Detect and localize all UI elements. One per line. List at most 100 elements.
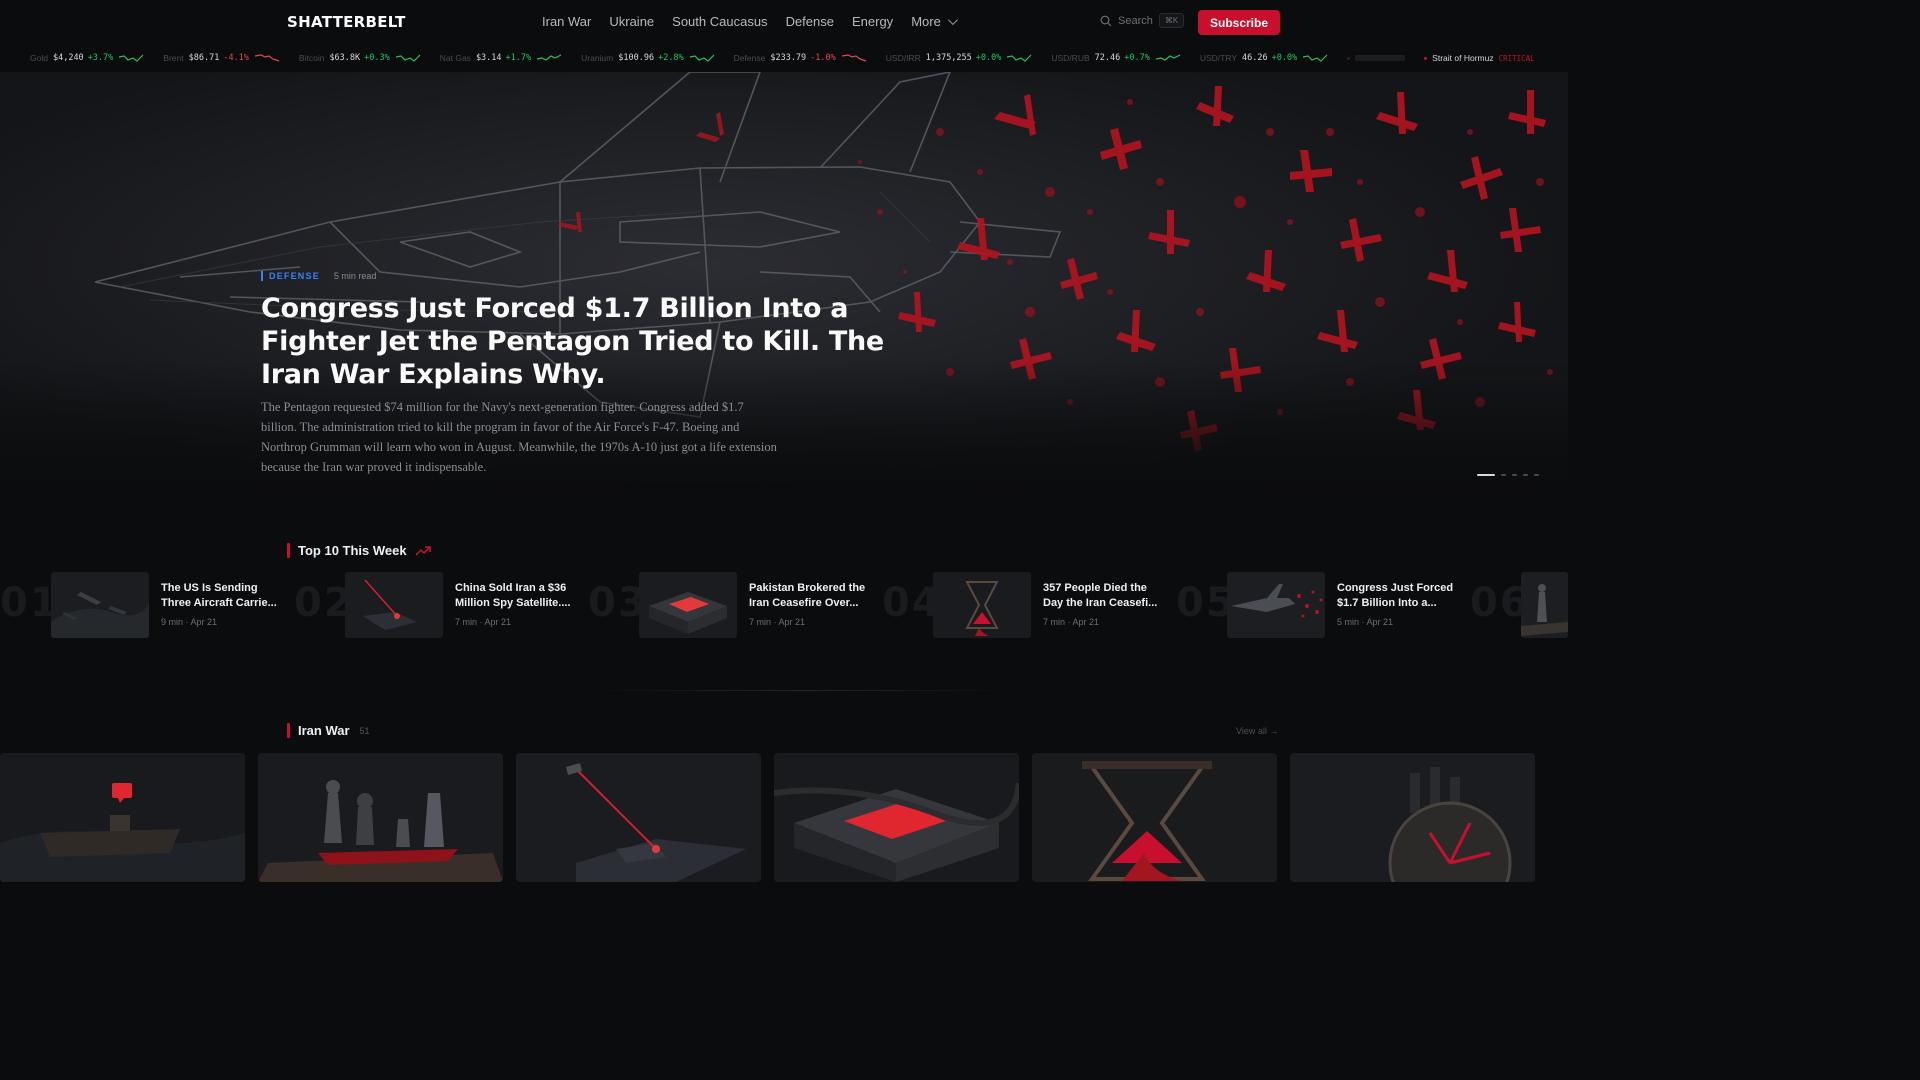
article-meta: 7 min · Apr 21 bbox=[455, 617, 512, 627]
nav-more-menu[interactable]: More bbox=[911, 14, 958, 29]
alert-item[interactable]: Strait of Hormuz CRITICAL bbox=[1424, 53, 1535, 63]
sparkline-icon bbox=[395, 54, 421, 62]
nav-item-south-caucasus[interactable]: South Caucasus bbox=[672, 14, 767, 29]
sparkline-icon bbox=[1303, 54, 1328, 62]
ticker-change: +0.0% bbox=[1271, 53, 1298, 63]
nav-item-ukraine[interactable]: Ukraine bbox=[609, 14, 654, 29]
carousel-dot[interactable] bbox=[1477, 474, 1495, 476]
iran-war-title: Iran War bbox=[298, 723, 350, 738]
top10-header: Top 10 This Week bbox=[287, 543, 431, 558]
carousel-dot[interactable] bbox=[1534, 474, 1539, 476]
ticker-item[interactable]: Gold $4,240 +3.7% bbox=[30, 53, 145, 63]
article-title[interactable]: 357 People Died the Day the Iran Ceasefi… bbox=[1043, 581, 1165, 611]
ticker-label: USD/TRY bbox=[1199, 53, 1237, 63]
section-accent-bar bbox=[287, 543, 290, 558]
ticker-change: -4.1% bbox=[223, 53, 249, 63]
ticker-value: 46.26 bbox=[1241, 53, 1268, 63]
hero-meta: DEFENSE 5 min read bbox=[261, 271, 376, 281]
article-thumbnail bbox=[639, 572, 737, 638]
hero-headline[interactable]: Congress Just Forced $1.7 Billion Into a… bbox=[261, 292, 941, 391]
article-card[interactable] bbox=[1290, 753, 1535, 882]
sparkline-icon bbox=[537, 54, 562, 61]
site-logo[interactable]: SHATTERBELT bbox=[287, 13, 406, 31]
nav-item-defense[interactable]: Defense bbox=[786, 14, 834, 29]
subscribe-button[interactable]: Subscribe bbox=[1198, 10, 1280, 35]
section-divider bbox=[587, 690, 1017, 691]
site-header: SHATTERBELT Iran War Ukraine South Cauca… bbox=[0, 0, 1568, 44]
card-image bbox=[258, 753, 503, 882]
ticker-item[interactable]: Brent $86.71 -4.1% bbox=[163, 53, 281, 63]
sparkline-icon bbox=[254, 54, 280, 62]
ticker-value: 72.46 bbox=[1094, 53, 1121, 63]
ticker-item[interactable]: USD/RUB 72.46 +0.7% bbox=[1051, 53, 1181, 63]
nav-item-iran-war[interactable]: Iran War bbox=[542, 14, 591, 29]
article-card[interactable] bbox=[774, 753, 1019, 882]
carousel-dot[interactable] bbox=[1501, 474, 1506, 476]
sparkline-icon bbox=[1155, 54, 1181, 61]
hero-category-tag[interactable]: DEFENSE bbox=[261, 271, 320, 281]
sparkline-icon bbox=[119, 54, 144, 62]
card-image bbox=[0, 753, 245, 882]
ticker-value: $63.8K bbox=[329, 53, 361, 63]
carousel-dots bbox=[1477, 474, 1539, 476]
ticker-value: $4,240 bbox=[52, 53, 84, 63]
hero-banner[interactable]: DEFENSE 5 min read Congress Just Forced … bbox=[0, 72, 1568, 500]
article-meta: 9 min · Apr 21 bbox=[161, 617, 218, 627]
carousel-dot[interactable] bbox=[1523, 474, 1528, 476]
hero-description: The Pentagon requested $74 million for t… bbox=[261, 400, 777, 474]
ticker-label: Gold bbox=[30, 53, 48, 63]
ticker-item[interactable]: Bitcoin $63.8K +0.3% bbox=[299, 53, 422, 63]
article-card[interactable] bbox=[516, 753, 761, 882]
article-title[interactable]: Congress Just Forced $1.7 Billion Into a… bbox=[1337, 581, 1459, 611]
article-card[interactable] bbox=[1032, 753, 1277, 882]
ticker-item[interactable]: USD/TRY 46.26 +0.0% bbox=[1200, 53, 1329, 63]
ticker-change: +0.7% bbox=[1124, 53, 1150, 63]
ticker-item[interactable]: Defense $233.79 -1.0% bbox=[734, 53, 868, 63]
ticker-change: +0.0% bbox=[975, 53, 1002, 63]
article-thumbnail bbox=[1227, 572, 1325, 638]
article-title[interactable]: The US Is Sending Three Aircraft Carrie.… bbox=[161, 581, 283, 611]
article-thumbnail bbox=[345, 572, 443, 638]
top10-list: 01 The US Is Sending Three Aircraft Carr… bbox=[0, 572, 1568, 638]
search-button[interactable]: Search ⌘K bbox=[1100, 13, 1185, 28]
ticker-value: $86.71 bbox=[188, 53, 220, 63]
nav-item-energy[interactable]: Energy bbox=[852, 14, 893, 29]
ticker-value: 1,375,255 bbox=[925, 53, 972, 63]
search-shortcut-badge: ⌘K bbox=[1158, 13, 1185, 28]
ticker-label: USD/RUB bbox=[1051, 53, 1090, 63]
article-meta: 5 min · Apr 21 bbox=[1337, 617, 1394, 627]
ticker-label: Uranium bbox=[581, 53, 614, 63]
market-ticker: Gold $4,240 +3.7% Brent $86.71 -4.1% Bitcoin $6… bbox=[0, 44, 1568, 72]
ticker-item[interactable]: Uranium $100.96 +2.8% bbox=[581, 53, 716, 63]
hero-read-time: 5 min read bbox=[333, 271, 377, 281]
ticker-item[interactable]: USD/IRR 1,375,255 +0.0% bbox=[886, 53, 1034, 63]
card-image bbox=[516, 753, 761, 882]
carousel-dot[interactable] bbox=[1512, 474, 1517, 476]
iran-war-count: 51 bbox=[359, 725, 370, 736]
search-icon bbox=[1100, 15, 1112, 26]
section-accent-bar bbox=[287, 723, 290, 738]
ticker-item[interactable]: Nat Gas $3.14 +1.7% bbox=[440, 53, 563, 63]
article-meta: 7 min · Apr 21 bbox=[1043, 617, 1100, 627]
iran-war-header: Iran War 51 bbox=[287, 723, 370, 738]
article-meta: 7 min · Apr 21 bbox=[749, 617, 806, 627]
article-thumbnail bbox=[1521, 572, 1568, 638]
alert-status: CRITICAL bbox=[1498, 53, 1535, 63]
page: DEFENSE 5 min read Congress Just Forced … bbox=[0, 0, 1568, 882]
ticker-label: Brent bbox=[163, 53, 184, 63]
card-image bbox=[774, 753, 1019, 882]
alert-item-faded bbox=[1347, 55, 1410, 61]
ticker-label: USD/IRR bbox=[885, 53, 921, 63]
card-image bbox=[1032, 753, 1277, 882]
article-card[interactable] bbox=[0, 753, 245, 882]
ticker-label: Defense bbox=[733, 53, 766, 63]
view-all-link[interactable]: View all → bbox=[1236, 726, 1278, 736]
iran-war-cards bbox=[0, 753, 1568, 882]
main-nav: Iran War Ukraine South Caucasus Defense … bbox=[542, 14, 973, 29]
ticker-change: +3.7% bbox=[87, 53, 114, 63]
article-title[interactable]: China Sold Iran a $36 Million Spy Satell… bbox=[455, 581, 577, 611]
alert-label-faded bbox=[1355, 55, 1406, 61]
article-title[interactable]: Pakistan Brokered the Iran Ceasefire Ove… bbox=[749, 581, 871, 611]
alert-dot-icon bbox=[1347, 56, 1351, 60]
article-card[interactable] bbox=[258, 753, 503, 882]
